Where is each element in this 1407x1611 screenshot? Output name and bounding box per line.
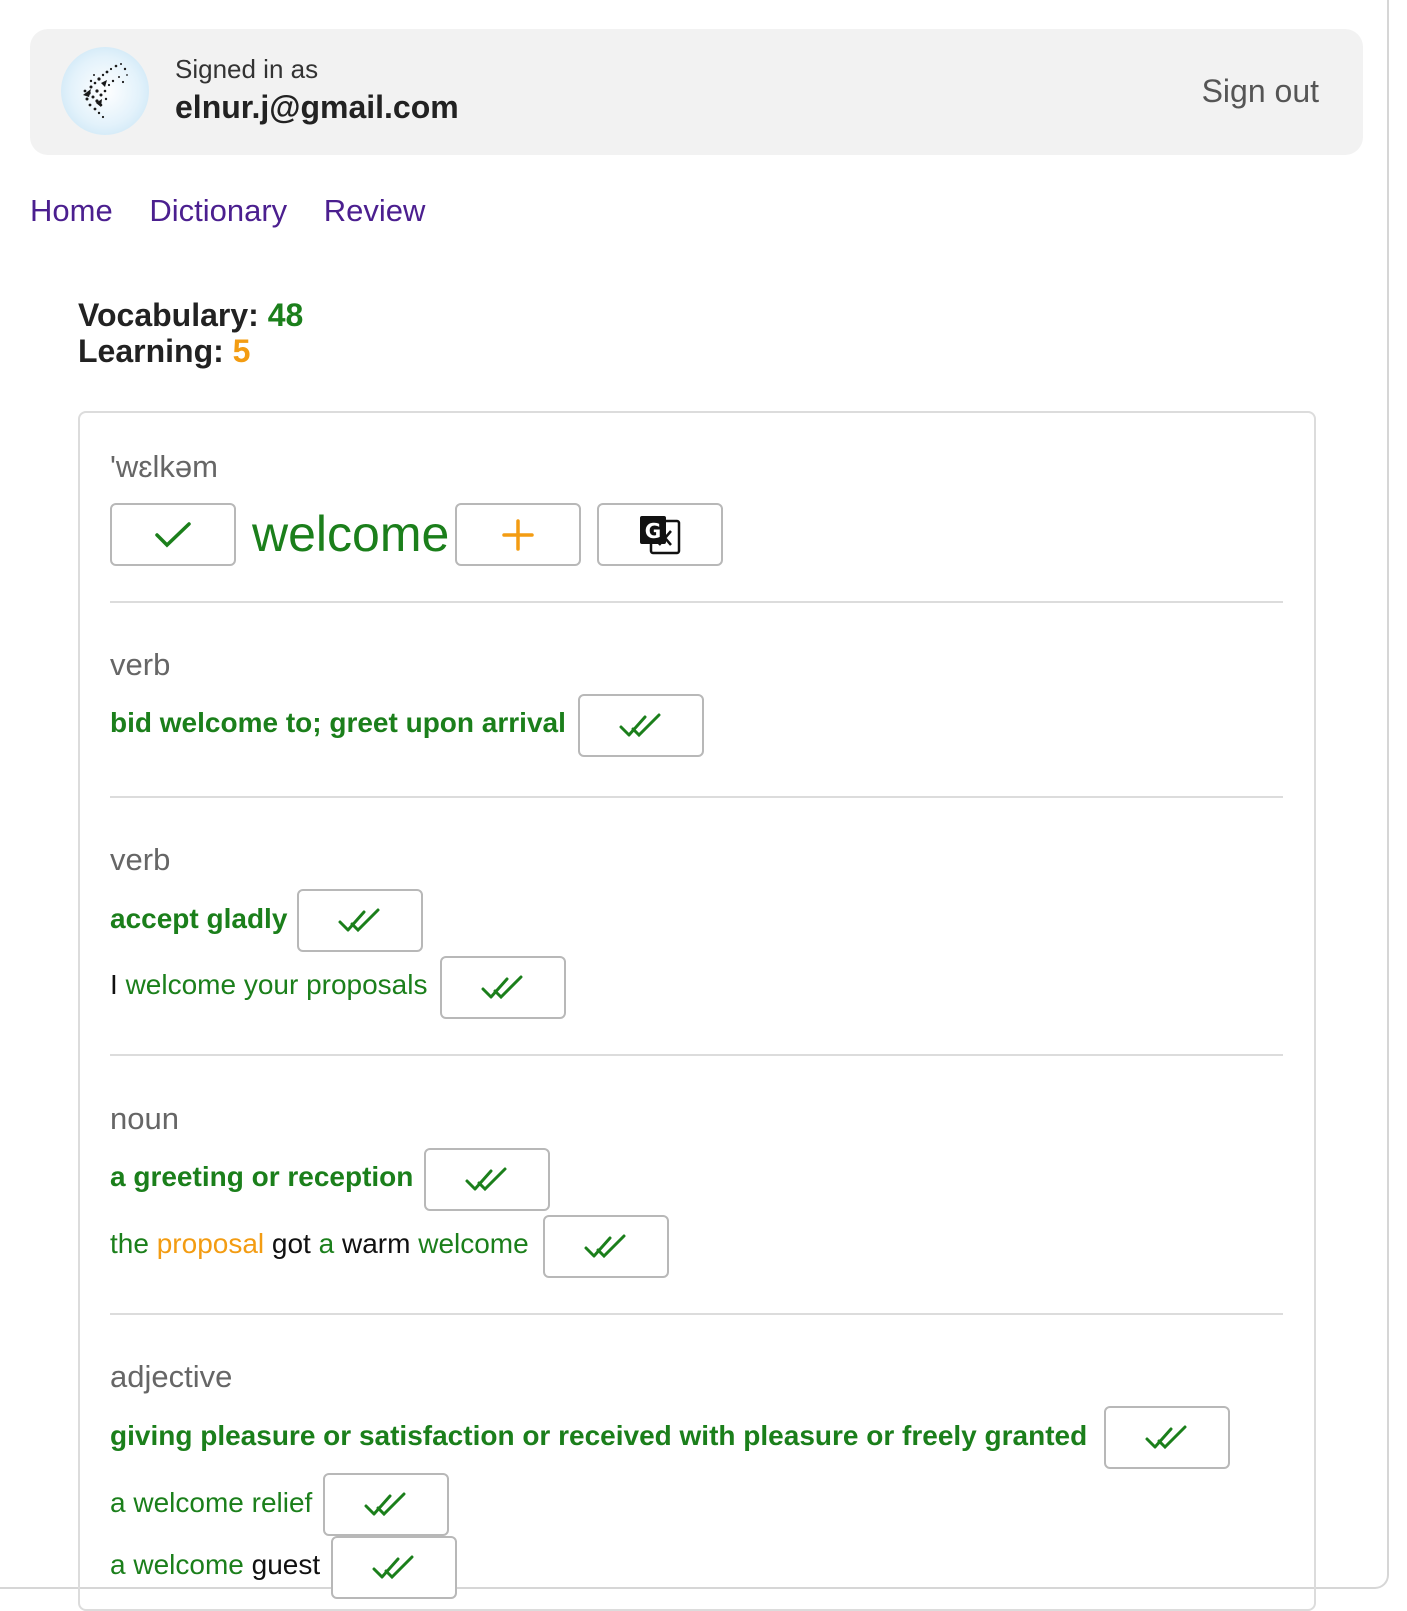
google-translate-icon: G — [640, 515, 681, 554]
nav-dictionary[interactable]: Dictionary — [149, 193, 287, 228]
section-divider — [110, 1054, 1283, 1056]
example-word: got — [271, 1228, 311, 1259]
example-word: a welcome relief — [110, 1487, 313, 1518]
part-of-speech: noun — [110, 1101, 179, 1136]
definition: accept gladly — [110, 903, 288, 934]
mark-definition-known-button[interactable] — [297, 889, 423, 952]
mark-definition-known-button[interactable] — [1104, 1406, 1230, 1469]
example-sentence: a welcome guest — [110, 1549, 320, 1581]
example-sentence: a welcome relief — [110, 1487, 312, 1519]
double-check-icon — [338, 908, 380, 932]
section-divider — [110, 1313, 1283, 1315]
definition: giving pleasure or satisfaction or recei… — [110, 1420, 1088, 1451]
learning-stat: Learning: 5 — [78, 333, 303, 369]
mark-known-button[interactable] — [110, 503, 236, 566]
learning-label: Learning: — [78, 333, 224, 369]
part-of-speech: verb — [110, 647, 171, 682]
mark-example-known-button[interactable] — [323, 1473, 449, 1536]
nav-home[interactable]: Home — [30, 193, 113, 228]
add-to-learning-button[interactable] — [455, 503, 581, 566]
vocabulary-stat: Vocabulary: 48 — [78, 297, 303, 333]
section-divider — [110, 796, 1283, 798]
example-word: I — [110, 969, 118, 1000]
example-sentence: the proposal got a warm welcome — [110, 1228, 529, 1260]
mark-example-known-button[interactable] — [440, 956, 566, 1019]
double-check-icon — [481, 975, 523, 999]
part-of-speech: adjective — [110, 1359, 233, 1394]
definition: a greeting or reception — [110, 1161, 414, 1192]
nav-review[interactable]: Review — [324, 193, 426, 228]
example-word: welcome your proposals — [125, 969, 428, 1000]
plus-icon — [502, 518, 534, 551]
example-word: welcome — [418, 1228, 529, 1259]
double-check-icon — [465, 1167, 507, 1191]
mark-example-known-button[interactable] — [331, 1536, 457, 1599]
learning-count: 5 — [232, 333, 251, 369]
sign-out-link[interactable]: Sign out — [1202, 73, 1319, 110]
double-check-icon — [364, 1492, 406, 1516]
double-check-icon — [584, 1234, 626, 1258]
vocabulary-label: Vocabulary: — [78, 297, 259, 333]
avatar — [61, 47, 149, 135]
example-sentence: I welcome your proposals — [110, 969, 427, 1001]
phonetic-transcription: 'wɛlkəm — [110, 449, 218, 484]
double-check-icon — [372, 1555, 414, 1579]
part-of-speech: verb — [110, 842, 171, 877]
example-word: guest — [251, 1549, 321, 1580]
example-word: a — [318, 1228, 335, 1259]
double-check-icon — [619, 713, 661, 737]
example-word: proposal — [156, 1228, 265, 1259]
checkmark-icon — [155, 521, 191, 547]
mark-definition-known-button[interactable] — [578, 694, 704, 757]
double-check-icon — [1145, 1425, 1187, 1449]
stats: Vocabulary: 48 Learning: 5 — [78, 297, 303, 369]
mark-example-known-button[interactable] — [543, 1215, 669, 1278]
svg-text:G: G — [645, 519, 661, 543]
account-header: Signed in as elnur.j@gmail.com Sign out — [30, 29, 1363, 155]
headword: welcome — [252, 506, 450, 562]
vocabulary-count: 48 — [267, 297, 304, 333]
example-word: warm — [341, 1228, 411, 1259]
section-divider — [110, 601, 1283, 603]
main-nav: Home Dictionary Review — [30, 193, 453, 229]
example-word: the — [110, 1228, 149, 1259]
user-email: elnur.j@gmail.com — [175, 89, 459, 125]
google-translate-button[interactable]: G — [597, 503, 723, 566]
definition: bid welcome to; greet upon arrival — [110, 707, 566, 738]
signed-in-label: Signed in as — [175, 54, 319, 84]
mark-definition-known-button[interactable] — [424, 1148, 550, 1211]
example-word: a welcome — [110, 1549, 244, 1580]
